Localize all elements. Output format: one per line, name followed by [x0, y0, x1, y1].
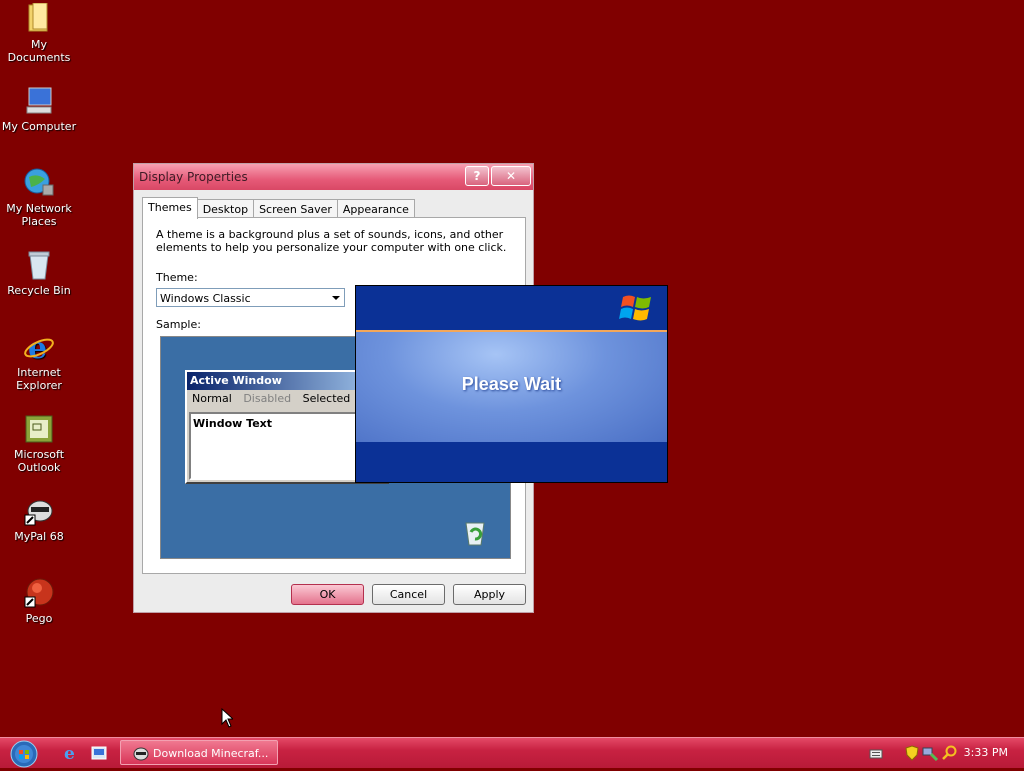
theme-label: Theme:: [156, 271, 198, 284]
folder-icon: [23, 2, 55, 35]
please-wait-header: [356, 286, 667, 330]
quicklaunch-ie-icon[interactable]: e: [62, 744, 80, 764]
sample-menu-disabled: Disabled: [243, 392, 292, 405]
desktop-icon-label: My Computer: [1, 120, 77, 133]
desktop-icon-pego[interactable]: Pego: [0, 577, 78, 625]
mypal-icon: [23, 495, 55, 527]
search-icon[interactable]: [942, 745, 958, 761]
svg-text:e: e: [64, 744, 75, 762]
desktop-icon-label: Internet Explorer: [16, 366, 62, 392]
close-icon: ✕: [505, 169, 517, 183]
taskbar-button-download-minecraft[interactable]: Download Minecraf...: [120, 740, 278, 765]
computer-icon: [23, 85, 55, 117]
recycle-bin-icon: [23, 249, 55, 281]
windows-logo-icon: [619, 291, 653, 325]
desktop-icon-label: My Network Places: [6, 202, 72, 228]
keyboard-icon[interactable]: [868, 745, 884, 761]
dialog-titlebar[interactable]: Display Properties ? ✕: [134, 164, 533, 190]
mouse-cursor-icon: [221, 707, 235, 728]
tab-screen-saver[interactable]: Screen Saver: [253, 199, 338, 219]
recycle-bin-icon: [462, 518, 488, 546]
pego-icon: [23, 577, 55, 609]
tab-appearance[interactable]: Appearance: [336, 199, 415, 219]
chevron-down-icon: [332, 296, 340, 300]
desktop-icon-my-network-places[interactable]: My Network Places: [0, 167, 78, 228]
sample-menu-selected: Selected: [302, 392, 351, 405]
desktop-icon-label: Pego: [25, 612, 53, 625]
desktop-icon-internet-explorer[interactable]: e Internet Explorer: [0, 331, 78, 392]
tab-strip: Themes Desktop Screen Saver Appearance: [142, 197, 415, 219]
help-button[interactable]: ?: [465, 166, 489, 186]
cancel-button[interactable]: Cancel: [372, 584, 445, 605]
desktop-icon-label: My Documents: [7, 38, 71, 64]
clock[interactable]: 3:33 PM: [964, 746, 1008, 759]
desktop-icon-my-computer[interactable]: My Computer: [0, 85, 78, 133]
network-tray-icon[interactable]: [922, 745, 939, 762]
taskbar: e Download Minecraf... 3:33 PM: [0, 737, 1024, 768]
ok-button[interactable]: OK: [291, 584, 364, 605]
security-shield-icon[interactable]: [904, 745, 920, 761]
sample-label: Sample:: [156, 318, 201, 331]
quicklaunch-show-desktop-icon[interactable]: [90, 744, 108, 762]
desktop-icon-label: Microsoft Outlook: [13, 448, 65, 474]
theme-select[interactable]: Windows Classic: [156, 288, 345, 307]
close-button[interactable]: ✕: [491, 166, 531, 186]
apply-button[interactable]: Apply: [453, 584, 526, 605]
ie-icon: e: [23, 331, 55, 366]
theme-description: A theme is a background plus a set of so…: [156, 228, 507, 254]
desktop-icon-my-documents[interactable]: My Documents: [0, 2, 78, 64]
desktop-icon-label: Recycle Bin: [7, 284, 71, 297]
mypal-icon: [133, 746, 149, 762]
desktop-icon-mypal-68[interactable]: MyPal 68: [0, 495, 78, 543]
taskbar-button-label: Download Minecraf...: [153, 747, 269, 760]
tab-themes[interactable]: Themes: [142, 197, 198, 219]
outlook-icon: [23, 413, 55, 445]
theme-select-value: Windows Classic: [160, 292, 251, 305]
please-wait-body: Please Wait: [356, 330, 667, 444]
please-wait-footer: [356, 442, 667, 482]
please-wait-dialog: Please Wait: [355, 285, 668, 483]
desktop-icon-microsoft-outlook[interactable]: Microsoft Outlook: [0, 413, 78, 474]
sample-menu-normal: Normal: [192, 392, 232, 405]
please-wait-text: Please Wait: [461, 374, 562, 394]
start-button[interactable]: [10, 740, 38, 768]
dialog-title: Display Properties: [139, 170, 248, 184]
network-icon: [23, 167, 55, 199]
desktop-icon-recycle-bin[interactable]: Recycle Bin: [0, 249, 78, 297]
tab-desktop[interactable]: Desktop: [196, 199, 255, 219]
desktop-icon-label: MyPal 68: [14, 530, 64, 543]
